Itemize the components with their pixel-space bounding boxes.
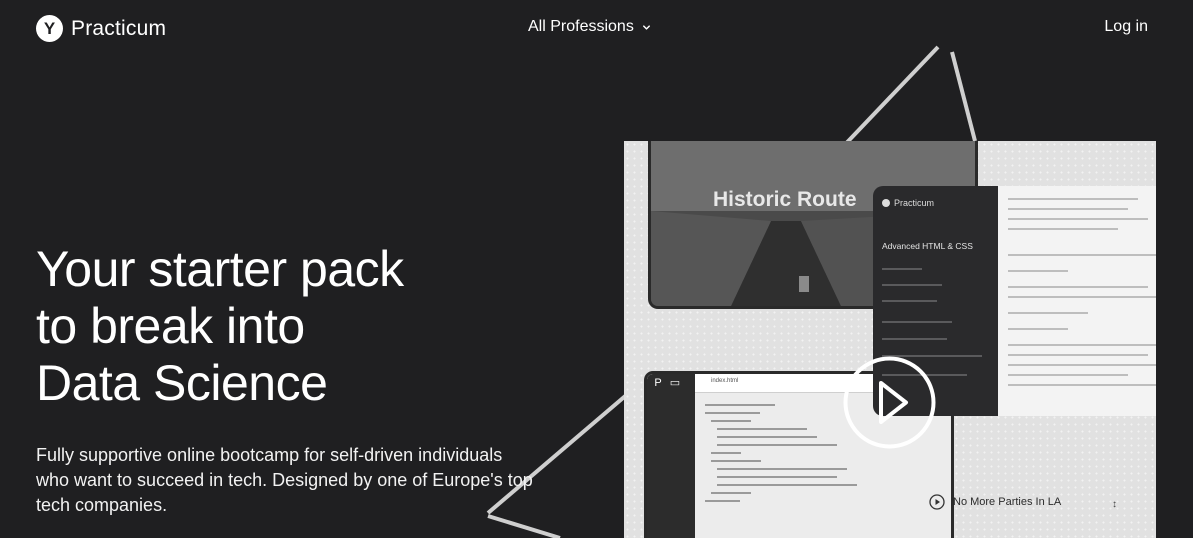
hero-media-preview: Historic Route P ▭ index.html Practicum … xyxy=(624,141,1156,538)
course-title: Advanced HTML & CSS xyxy=(882,241,973,251)
course-logo: Practicum xyxy=(882,198,934,208)
mini-logo-icon xyxy=(882,199,890,207)
login-link[interactable]: Log in xyxy=(1104,18,1148,36)
video-title: Historic Route xyxy=(713,188,857,211)
course-brand: Practicum xyxy=(894,198,935,208)
code-line xyxy=(1008,296,1156,298)
code-line xyxy=(1008,384,1156,386)
code-line xyxy=(1008,208,1128,210)
course-content-pane xyxy=(998,186,1156,416)
track-title: No More Parties In LA xyxy=(953,496,1062,508)
course-menu-line xyxy=(882,338,947,340)
course-menu-line xyxy=(882,321,952,323)
code-line xyxy=(1008,328,1068,330)
all-professions-menu[interactable]: All Professions xyxy=(528,18,652,36)
all-professions-label: All Professions xyxy=(528,18,634,35)
code-line xyxy=(1008,270,1068,272)
course-menu-line xyxy=(882,300,937,302)
code-line xyxy=(1008,354,1148,356)
code-line xyxy=(1008,364,1156,366)
code-line xyxy=(1008,312,1088,314)
code-line xyxy=(1008,286,1148,288)
code-line xyxy=(1008,374,1128,376)
practicum-logo-icon: Y xyxy=(36,15,63,42)
code-line xyxy=(1008,254,1156,256)
top-navigation: Y Practicum All Professions Log in xyxy=(0,0,1193,56)
code-line xyxy=(1008,218,1148,220)
hero-title: Your starter pack to break into Data Sci… xyxy=(36,241,556,412)
chevron-down-icon xyxy=(642,24,650,30)
code-line xyxy=(1008,198,1138,200)
track-menu-icon[interactable]: ↕ xyxy=(1112,499,1117,510)
play-circle-icon[interactable] xyxy=(843,356,936,449)
hero-subtitle: Fully supportive online bootcamp for sel… xyxy=(36,445,533,515)
code-line xyxy=(1008,228,1118,230)
music-track-item[interactable]: No More Parties In LA xyxy=(929,494,1061,510)
code-line xyxy=(1008,344,1156,346)
hero-title-line-3: Data Science xyxy=(36,355,328,411)
play-small-icon xyxy=(929,494,945,510)
logo-text: Practicum xyxy=(71,16,167,40)
course-menu-line xyxy=(882,284,942,286)
practicum-logo-link[interactable]: Y Practicum xyxy=(36,15,166,42)
hero-title-line-2: to break into xyxy=(36,298,305,354)
course-menu-line xyxy=(882,268,922,270)
hero-title-line-1: Your starter pack xyxy=(36,241,404,297)
